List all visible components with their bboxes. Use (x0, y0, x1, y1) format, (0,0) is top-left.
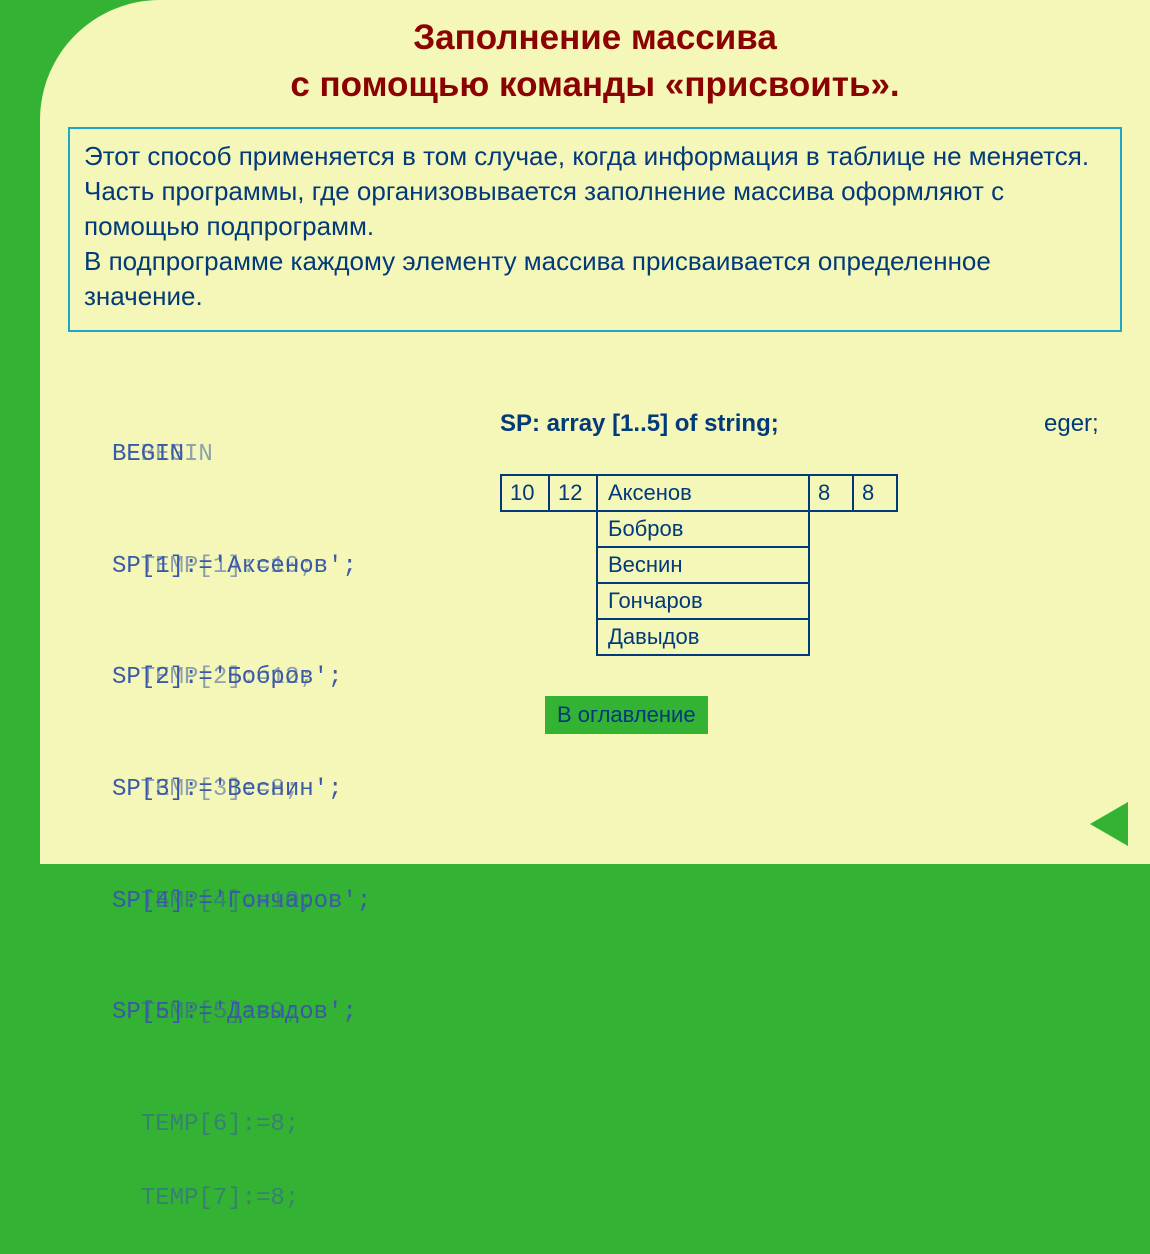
num-cell: 8 (852, 474, 898, 512)
title-line-2: с помощью команды «присвоить». (290, 65, 899, 104)
array-declaration: SP: array [1..5] of string; (500, 410, 779, 438)
slide-content: Заполнение массива с помощью команды «пр… (40, 0, 1150, 864)
name-cell: Веснин (596, 546, 810, 584)
code-block: BEGINBEGIN TEMP[1]:=10;SP[1]:='Аксенов';… (112, 362, 371, 1254)
prev-arrow-icon[interactable] (1090, 802, 1128, 846)
code-back-4: TEMP[4]:=10; (112, 883, 314, 920)
title-line-1: Заполнение массива (413, 18, 777, 57)
info-p1: Этот способ применяется в том случае, ко… (84, 139, 1106, 174)
num-cell: 10 (500, 474, 550, 512)
info-box: Этот способ применяется в том случае, ко… (68, 127, 1122, 332)
array-declaration-tail: eger; (1044, 410, 1099, 438)
toc-button[interactable]: В оглавление (545, 696, 708, 734)
info-p3: В подпрограмме каждому элементу массива … (84, 244, 1106, 314)
name-cell: Аксенов (596, 474, 810, 512)
lower-region: BEGINBEGIN TEMP[1]:=10;SP[1]:='Аксенов';… (40, 362, 1150, 762)
code-back-6: TEMP[6]:=8; (112, 1106, 299, 1143)
array-diagram: 10 12 Аксенов Бобров Веснин Гончаров Дав… (500, 474, 898, 656)
num-cell: 8 (808, 474, 854, 512)
code-back-2: TEMP[2]:=12; (112, 659, 314, 696)
code-back-0: BEGIN (112, 436, 213, 473)
code-back-3: TEMP[3]:=8; (112, 771, 299, 808)
name-cell: Давыдов (596, 618, 810, 656)
code-back-1: TEMP[1]:=10; (112, 548, 314, 585)
info-p2: Часть программы, где организовывается за… (84, 174, 1106, 244)
num-cell: 12 (548, 474, 598, 512)
name-cell: Гончаров (596, 582, 810, 620)
name-cell: Бобров (596, 510, 810, 548)
code-back-7: TEMP[7]:=8; (112, 1180, 299, 1217)
code-back-5: TEMP[5]:=9; (112, 994, 299, 1031)
page-title: Заполнение массива с помощью команды «пр… (70, 14, 1120, 109)
